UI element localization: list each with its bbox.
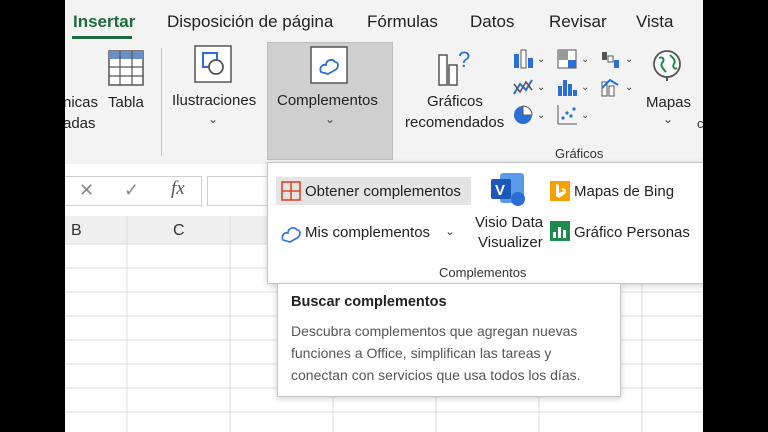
complementos-dropdown: Obtener complementos Mis complementos ⌄ … [267,162,703,284]
ribbon-partial-label[interactable]: nicas [65,94,98,111]
column-header-c[interactable]: C [173,222,185,240]
svg-text:⌄: ⌄ [581,110,589,121]
ribbon-edge-text: c [697,116,703,131]
column-chart-icon[interactable]: ⌄ [513,48,547,75]
ilustraciones-button[interactable]: Ilustraciones [172,92,256,109]
addins-icon [310,46,348,89]
svg-text:⌄: ⌄ [537,110,545,121]
mis-complementos-button[interactable]: Mis complementos [305,224,430,241]
chevron-down-icon: ⌄ [208,112,219,126]
ribbon-separator [161,48,162,156]
svg-text:⌄: ⌄ [581,82,589,93]
grafico-personas-label[interactable]: Gráfico Personas [574,224,690,241]
globe-icon[interactable] [650,48,684,87]
enter-icon[interactable]: ✓ [124,180,139,201]
table-icon[interactable] [108,50,144,91]
excel-window: Insertar Disposición de página Fórmulas … [65,0,703,432]
illustrations-icon[interactable] [194,45,232,88]
tooltip: Buscar complementos Descubra complemento… [277,283,621,397]
svg-text:?: ? [458,47,470,72]
complementos-label: Complementos [277,92,378,109]
mapas-de-bing-label[interactable]: Mapas de Bing [574,183,674,200]
statistic-chart-icon[interactable]: ⌄ [557,76,591,103]
svg-text:⌄: ⌄ [537,82,545,93]
line-chart-icon[interactable]: ⌄ [513,76,547,103]
tooltip-text: funciones a Office, simplifican las tare… [291,345,552,361]
tooltip-text: conectan con servicios que usa todos los… [291,367,581,383]
graficos-recomendados-button[interactable]: Gráficos [427,93,483,110]
chevron-down-icon: ⌄ [325,112,336,126]
obtener-complementos-label: Obtener complementos [305,183,461,200]
visio-data-visualizer-line2: Visualizer [478,234,543,251]
complementos-group-label: Complementos [439,265,527,280]
svg-text:⌄: ⌄ [625,82,633,93]
waterfall-chart-icon[interactable]: ⌄ [601,48,635,75]
svg-text:⌄: ⌄ [581,54,589,65]
recommended-charts-icon[interactable]: ? [436,47,476,92]
ribbon-partial-label[interactable]: adas [65,115,96,132]
svg-text:⌄: ⌄ [625,54,633,65]
people-graph-icon[interactable] [550,221,570,246]
bing-maps-icon[interactable] [550,181,570,206]
chevron-down-icon: ⌄ [445,224,456,238]
active-tab-underline [72,36,132,39]
store-addin-icon [281,181,301,206]
tab-formulas[interactable]: Fórmulas [367,12,438,32]
tab-datos[interactable]: Datos [470,12,514,32]
svg-text:⌄: ⌄ [537,54,545,65]
column-header-b[interactable]: B [71,222,82,240]
tooltip-text: Descubra complementos que agregan nuevas [291,323,578,339]
graficos-recomendados-line2: recomendados [405,114,505,131]
tabla-button[interactable]: Tabla [108,94,144,111]
hierarchy-chart-icon[interactable]: ⌄ [557,48,591,75]
cancel-icon[interactable]: ✕ [79,180,94,201]
mapas-button[interactable]: Mapas [646,94,691,111]
visio-icon[interactable]: V [490,171,526,212]
visio-data-visualizer-button[interactable]: Visio Data [475,214,543,231]
scatter-chart-icon[interactable]: ⌄ [557,104,591,131]
chevron-down-icon: ⌄ [663,112,674,126]
ribbon-tabs: Insertar Disposición de página Fórmulas … [65,0,703,42]
tab-revisar[interactable]: Revisar [549,12,607,32]
combo-chart-icon[interactable]: ⌄ [601,76,635,103]
complementos-button[interactable]: Complementos ⌄ [267,42,393,160]
insert-function-icon[interactable]: fx [171,178,185,200]
ribbon: nicas adas Tabla Ilustraciones ⌄ Complem… [65,42,703,165]
pie-chart-icon[interactable]: ⌄ [513,104,547,131]
tooltip-title: Buscar complementos [291,294,447,310]
tab-vista[interactable]: Vista [636,12,674,32]
svg-text:V: V [495,182,505,199]
tab-insertar[interactable]: Insertar [73,12,135,32]
graficos-group-label: Gráficos [555,146,604,161]
my-addins-icon[interactable] [280,222,302,249]
tab-disposicion[interactable]: Disposición de página [167,12,333,32]
